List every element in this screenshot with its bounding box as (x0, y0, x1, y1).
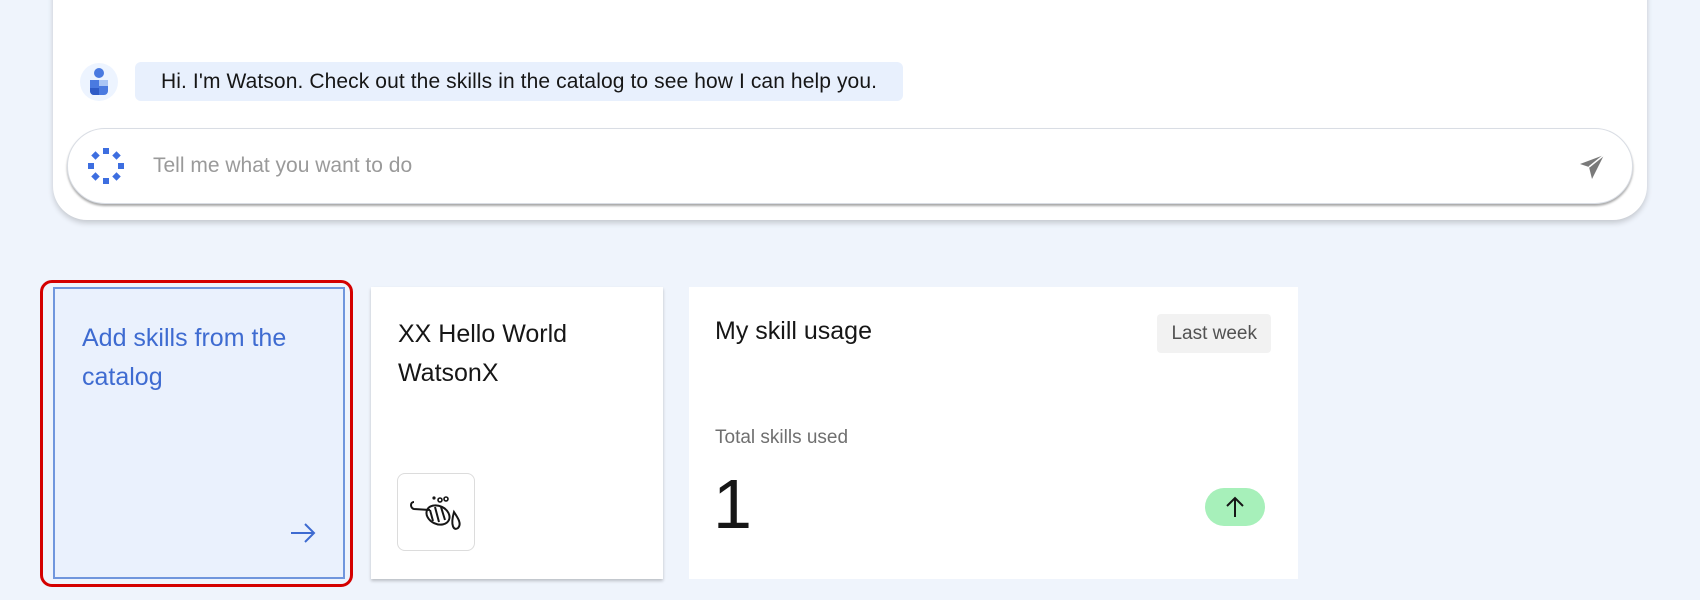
watson-avatar-icon (80, 62, 118, 101)
ai-spinner-icon (88, 148, 124, 184)
trend-up-badge (1205, 488, 1265, 526)
skill-icon-box (397, 473, 475, 551)
total-skills-label: Total skills used (715, 427, 849, 448)
chat-input[interactable] (153, 129, 1533, 203)
arrow-up-icon (1226, 496, 1244, 517)
arrow-right-icon (291, 523, 316, 543)
usage-title: My skill usage (715, 317, 872, 345)
chat-panel: Hi. I'm Watson. Check out the skills in … (53, 0, 1647, 220)
assistant-message-bubble: Hi. I'm Watson. Check out the skills in … (135, 62, 904, 101)
add-skills-tile[interactable]: Add skills from the catalog (53, 287, 345, 579)
send-icon[interactable] (1578, 153, 1606, 181)
assistant-message-row: Hi. I'm Watson. Check out the skills in … (80, 62, 904, 101)
add-skills-label: Add skills from the catalog (82, 324, 287, 391)
skill-usage-tile: My skill usage Last week Total skills us… (689, 287, 1298, 579)
chat-input-bar[interactable] (67, 128, 1633, 204)
skill-title: XX Hello World WatsonX (398, 320, 568, 387)
total-skills-value: 1 (713, 465, 752, 543)
period-tag[interactable]: Last week (1157, 314, 1271, 353)
bee-icon (410, 496, 461, 530)
skill-tile[interactable]: XX Hello World WatsonX (371, 287, 663, 579)
